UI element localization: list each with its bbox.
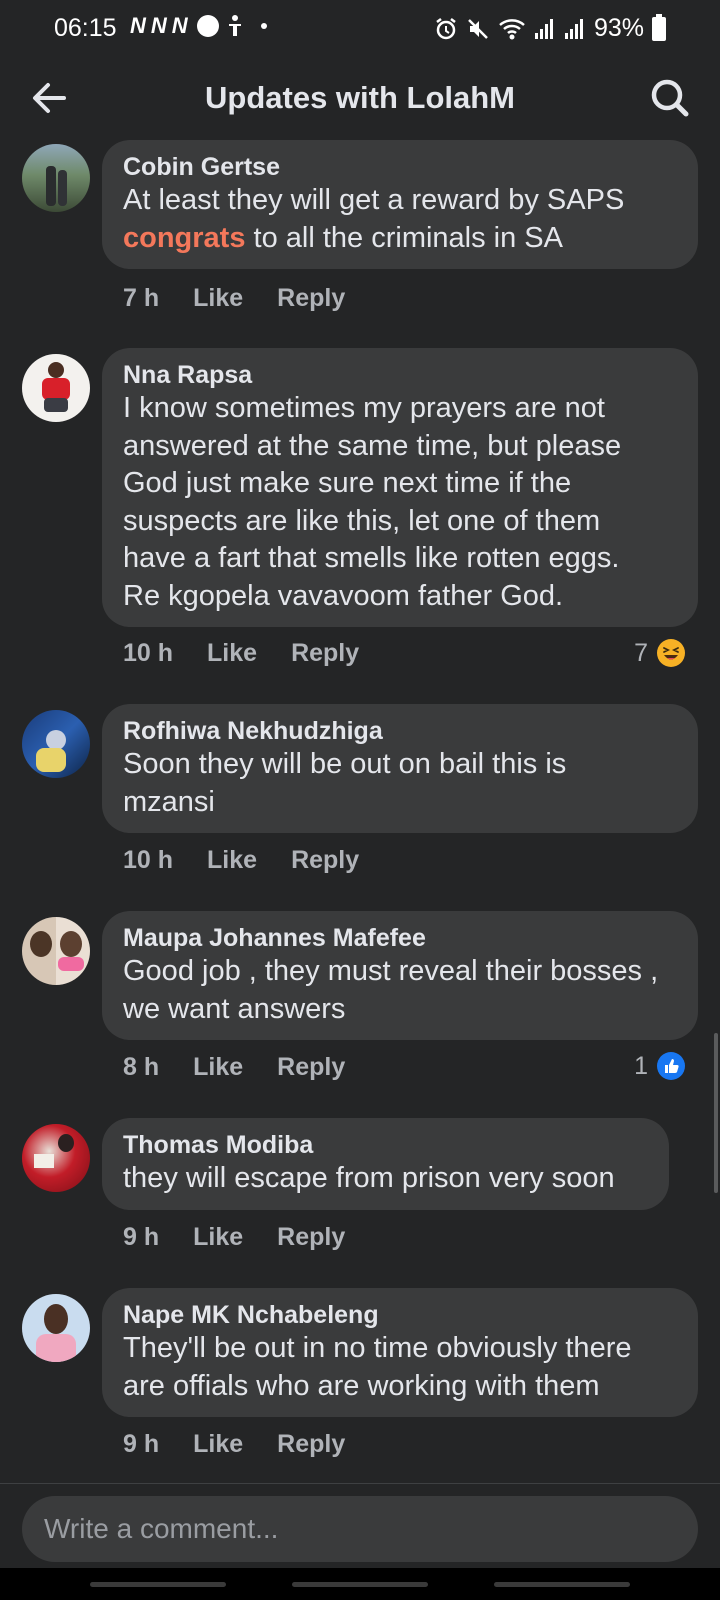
comment-text-line: we want answers (123, 992, 346, 1025)
comment-bubble[interactable]: Nna Rapsa I know sometimes my prayers ar… (102, 348, 698, 627)
avatar[interactable] (22, 1294, 90, 1362)
avatar[interactable] (22, 710, 90, 778)
comment-text-line: They'll be out in no time obviously ther… (123, 1332, 632, 1364)
comment-bubble[interactable]: Nape MK Nchabeleng They'll be out in no … (102, 1288, 698, 1417)
comment-composer (0, 1483, 720, 1568)
netflix-notification-icon: N (150, 13, 167, 38)
like-button[interactable]: Like (193, 1223, 243, 1252)
comment-time: 9 h (123, 1430, 160, 1458)
comment-text-line: Re kgopela vavavoom father God. (123, 579, 564, 612)
comment-text: I know sometimes my prayers are not answ… (123, 390, 678, 615)
system-navigation-bar (0, 1568, 720, 1600)
comment-time: 9 h (123, 1223, 160, 1251)
reaction-count: 1 (634, 1051, 648, 1080)
reply-button[interactable]: Reply (291, 846, 359, 875)
comment-text-line: mzansi (123, 785, 215, 818)
haha-emoji-icon (657, 639, 685, 667)
like-button[interactable]: Like (193, 1430, 243, 1459)
notification-icons: N N N (130, 13, 267, 39)
status-time: 06:15 (54, 14, 117, 42)
reply-button[interactable]: Reply (277, 1223, 345, 1252)
comment-text-segment: to all the criminals in SA (245, 221, 563, 254)
commenter-name[interactable]: Maupa Johannes Mafefee (123, 923, 678, 953)
avatar[interactable] (22, 1124, 90, 1192)
comment-actions: 9 h Like Reply (123, 1430, 345, 1459)
reaction-summary[interactable]: 7 (634, 638, 686, 668)
comment-text-line: At least they will get a reward by SAPS (123, 184, 625, 216)
reaction-summary[interactable]: 1 (634, 1051, 686, 1081)
signal-icon (534, 18, 553, 39)
comment-text-line: have a fart that smells like rotten eggs… (123, 542, 620, 574)
like-button[interactable]: Like (193, 284, 243, 313)
comment-text-line: they will escape from prison very soon (123, 1162, 615, 1194)
comment-actions: 9 h Like Reply (123, 1223, 345, 1252)
commenter-name[interactable]: Cobin Gertse (123, 152, 678, 182)
wifi-icon (499, 18, 525, 39)
comment-bubble[interactable]: Thomas Modiba they will escape from pris… (102, 1118, 669, 1210)
comment-text-line: Good job , they must reveal their bosses… (123, 955, 659, 987)
reaction-count: 7 (634, 638, 648, 667)
commenter-name[interactable]: Thomas Modiba (123, 1130, 649, 1160)
comment-text: At least they will get a reward by SAPS … (123, 182, 678, 257)
messenger-notification-icon (196, 15, 219, 37)
signal-icon (564, 18, 583, 39)
comment-actions: 10 h Like Reply (123, 846, 359, 875)
reply-button[interactable]: Reply (277, 284, 345, 313)
header: Updates with LolahM (0, 58, 720, 138)
comment-time: 10 h (123, 846, 174, 874)
comment-time: 8 h (123, 1053, 160, 1081)
comment-time: 7 h (123, 284, 160, 312)
avatar[interactable] (22, 354, 90, 422)
comment-text-line: congrats to all the criminals in SA (123, 220, 678, 258)
netflix-notification-icon: N (130, 13, 146, 38)
mute-icon (468, 18, 488, 39)
comment-actions: 10 h Like Reply (123, 639, 359, 668)
comment-text: They'll be out in no time obviously ther… (123, 1330, 678, 1405)
comment-text: they will escape from prison very soon (123, 1160, 649, 1198)
comment-text-line: Soon they will be out on bail this is (123, 748, 567, 780)
reply-button[interactable]: Reply (277, 1053, 345, 1082)
comment-text-line: God just make sure next time if the (123, 467, 572, 499)
nav-recents-button[interactable] (90, 1582, 226, 1587)
like-button[interactable]: Like (193, 1053, 243, 1082)
comment-bubble[interactable]: Maupa Johannes Mafefee Good job , they m… (102, 911, 698, 1040)
reply-button[interactable]: Reply (277, 1430, 345, 1459)
like-button[interactable]: Like (207, 639, 257, 668)
like-thumb-icon (657, 1052, 685, 1080)
reply-button[interactable]: Reply (291, 639, 359, 668)
comment-actions: 8 h Like Reply (123, 1053, 345, 1082)
commenter-name[interactable]: Rofhiwa Nekhudzhiga (123, 716, 678, 746)
netflix-notification-icon: N (171, 13, 188, 38)
scrollbar[interactable] (714, 1033, 718, 1193)
nav-home-button[interactable] (292, 1582, 428, 1587)
avatar[interactable] (22, 144, 90, 212)
search-icon[interactable] (648, 76, 692, 120)
comment-bubble[interactable]: Rofhiwa Nekhudzhiga Soon they will be ou… (102, 704, 698, 833)
comment-text-line: answered at the same time, but please (123, 429, 622, 462)
page-title: Updates with LolahM (205, 80, 515, 115)
comment-input[interactable] (22, 1496, 698, 1562)
battery-percent: 93% (593, 14, 644, 42)
avatar[interactable] (22, 917, 90, 985)
comment-actions: 7 h Like Reply (123, 284, 345, 313)
comment-text: Good job , they must reveal their bosses… (123, 953, 678, 1028)
status-right: 93% (434, 13, 666, 43)
commenter-name[interactable]: Nape MK Nchabeleng (123, 1300, 678, 1330)
comment-list[interactable]: Cobin Gertse At least they will get a re… (0, 138, 720, 1483)
more-notifications-icon (260, 23, 267, 29)
alarm-icon (436, 17, 456, 39)
comment-time: 10 h (123, 639, 174, 667)
comment-bubble[interactable]: Cobin Gertse At least they will get a re… (102, 140, 698, 269)
comment-text-line: I know sometimes my prayers are not (123, 392, 605, 424)
comment-text: Soon they will be out on bail this is mz… (123, 746, 678, 821)
like-button[interactable]: Like (207, 846, 257, 875)
status-bar: 06:15 N N N 93% (0, 0, 720, 58)
highlighted-word[interactable]: congrats (123, 222, 245, 254)
battery-icon (652, 13, 666, 41)
comment-text-line: suspects are like this, let one of them (123, 504, 601, 537)
comment-text-line: are offials who are working with them (123, 1369, 600, 1402)
nav-back-button[interactable] (494, 1582, 630, 1587)
accessibility-notification-icon (228, 15, 241, 36)
commenter-name[interactable]: Nna Rapsa (123, 360, 678, 390)
